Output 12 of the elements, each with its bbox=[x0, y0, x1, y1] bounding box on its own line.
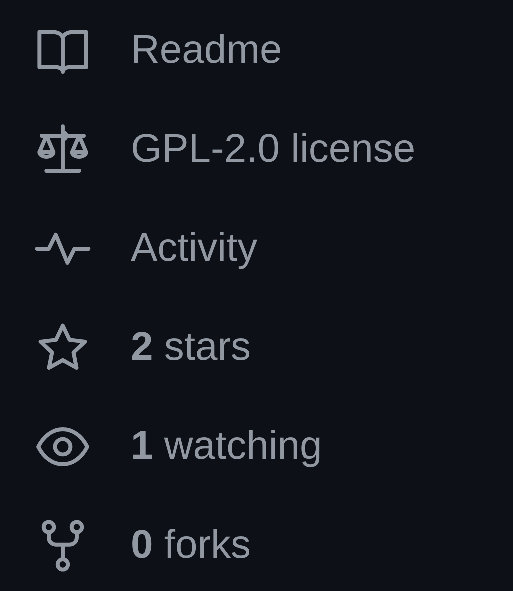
link-label: 2 stars bbox=[131, 325, 252, 370]
sidebar-link[interactable]: GPL-2.0 license bbox=[0, 122, 416, 178]
sidebar-link[interactable]: Readme bbox=[0, 22, 282, 78]
link-label: GPL-2.0 license bbox=[131, 127, 416, 172]
link-label: 1 watching bbox=[131, 424, 322, 469]
link-label: 0 forks bbox=[131, 523, 252, 568]
sidebar-link[interactable]: 0 forks bbox=[0, 518, 252, 574]
sidebar-link[interactable]: 1 watching bbox=[0, 418, 322, 474]
link-label: Activity bbox=[131, 226, 258, 271]
link-label: Readme bbox=[131, 28, 282, 73]
sidebar-link[interactable]: 2 stars bbox=[0, 320, 252, 376]
sidebar-link[interactable]: Activity bbox=[0, 220, 258, 276]
